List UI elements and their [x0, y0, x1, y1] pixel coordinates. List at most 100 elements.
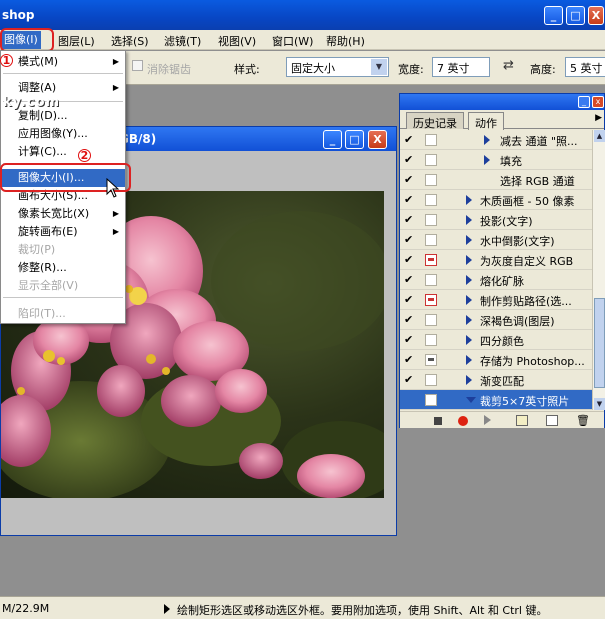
checkmark-icon[interactable]: ✔: [404, 154, 418, 166]
expand-right-icon[interactable]: [466, 195, 472, 205]
panel-title-bar[interactable]: _ x: [400, 94, 604, 110]
checkmark-icon[interactable]: ✔: [404, 214, 418, 226]
dialog-toggle-icon[interactable]: [425, 194, 437, 206]
trash-icon[interactable]: 🗑: [576, 415, 590, 426]
doc-maximize-button[interactable]: □: [345, 130, 364, 149]
menu-item[interactable]: 计算(C)...: [1, 143, 125, 161]
expand-right-icon[interactable]: [466, 295, 472, 305]
expand-right-icon[interactable]: [466, 235, 472, 245]
panel-menu-icon[interactable]: ▶: [595, 113, 602, 123]
action-row[interactable]: ✔ 深褐色调(图层): [400, 310, 592, 330]
close-button[interactable]: X: [588, 6, 604, 25]
checkmark-icon[interactable]: ✔: [404, 334, 418, 346]
height-input[interactable]: 5 英寸: [565, 57, 605, 77]
checkmark-icon[interactable]: ✔: [404, 354, 418, 366]
action-row[interactable]: ✔ 为灰度自定义 RGB: [400, 250, 592, 270]
action-row[interactable]: ✔ 制作剪贴路径(选...: [400, 290, 592, 310]
expand-down-icon[interactable]: [466, 397, 476, 403]
tab-actions[interactable]: 动作: [468, 112, 504, 130]
dialog-toggle-icon[interactable]: [425, 314, 437, 326]
menu-item-label: 显示全部(V): [18, 279, 79, 292]
dialog-toggle-icon[interactable]: [425, 174, 437, 186]
swap-icon[interactable]: ⇄: [503, 58, 514, 73]
dialog-toggle-icon[interactable]: [425, 354, 437, 366]
expand-right-icon[interactable]: [466, 255, 472, 265]
menu-filter[interactable]: 滤镜(T): [164, 33, 201, 49]
checkmark-icon[interactable]: ✔: [404, 254, 418, 266]
checkmark-icon[interactable]: ✔: [404, 234, 418, 246]
stop-icon[interactable]: [434, 417, 442, 425]
dialog-toggle-icon[interactable]: [425, 274, 437, 286]
expand-right-icon[interactable]: [484, 135, 490, 145]
tab-history[interactable]: 历史记录: [406, 112, 464, 130]
menu-item[interactable]: 修整(R)...: [1, 259, 125, 277]
scroll-up-icon[interactable]: ▲: [594, 130, 605, 142]
expand-right-icon[interactable]: [466, 355, 472, 365]
checkmark-icon[interactable]: ✔: [404, 314, 418, 326]
dialog-toggle-icon[interactable]: [425, 214, 437, 226]
action-row[interactable]: ✔ 水中倒影(文字): [400, 230, 592, 250]
scroll-down-icon[interactable]: ▼: [594, 398, 605, 410]
scroll-thumb[interactable]: [594, 298, 605, 388]
expand-right-icon[interactable]: [466, 315, 472, 325]
menu-item[interactable]: 应用图像(Y)...: [1, 125, 125, 143]
expand-right-icon[interactable]: [466, 335, 472, 345]
expand-right-icon[interactable]: [466, 215, 472, 225]
actions-panel: _ x 历史记录 动作 ▶ ✔ 减去 通道 "照... ✔ 填充 ✔ 选择 RGB 通道 ✔…: [399, 93, 605, 428]
menu-view[interactable]: 视图(V): [218, 33, 256, 49]
checkmark-icon[interactable]: [404, 394, 418, 406]
checkmark-icon[interactable]: ✔: [404, 194, 418, 206]
menu-layer[interactable]: 图层(L): [58, 33, 95, 49]
dialog-toggle-icon[interactable]: [425, 154, 437, 166]
action-row[interactable]: ✔ 减去 通道 "照...: [400, 130, 592, 150]
dialog-toggle-icon[interactable]: [425, 294, 437, 306]
menu-select[interactable]: 选择(S): [111, 33, 149, 49]
expand-right-icon[interactable]: [466, 275, 472, 285]
minimize-button[interactable]: _: [544, 6, 563, 25]
action-row[interactable]: ✔ 熔化矿脉: [400, 270, 592, 290]
menu-item[interactable]: 旋转画布(E) ▶: [1, 223, 125, 241]
checkmark-icon[interactable]: ✔: [404, 134, 418, 146]
antialias-label: 消除锯齿: [147, 63, 191, 76]
style-select[interactable]: 固定大小 ▼: [286, 57, 389, 77]
action-label: 渐变匹配: [480, 375, 524, 388]
action-row[interactable]: ✔ 木质画框 - 50 像素: [400, 190, 592, 210]
dialog-toggle-icon[interactable]: [425, 234, 437, 246]
expand-right-icon[interactable]: [484, 155, 490, 165]
play-icon[interactable]: [484, 415, 491, 425]
expand-right-icon[interactable]: [466, 375, 472, 385]
width-input[interactable]: 7 英寸: [432, 57, 490, 77]
action-row[interactable]: ✔ 选择 RGB 通道: [400, 170, 592, 190]
record-icon[interactable]: [458, 416, 468, 426]
menu-item[interactable]: 模式(M) ▶: [1, 53, 125, 71]
app-title-bar[interactable]: shop _ □ X: [0, 0, 605, 30]
maximize-button[interactable]: □: [566, 6, 585, 25]
status-play-icon[interactable]: [164, 604, 170, 614]
checkmark-icon[interactable]: ✔: [404, 294, 418, 306]
dialog-toggle-icon[interactable]: [425, 254, 437, 266]
actions-scrollbar[interactable]: ▲ ▼: [592, 130, 605, 410]
checkmark-icon[interactable]: ✔: [404, 174, 418, 186]
action-row[interactable]: ✔ 投影(文字): [400, 210, 592, 230]
dialog-toggle-icon[interactable]: [425, 334, 437, 346]
antialias-checkbox[interactable]: [132, 60, 143, 71]
panel-minimize-button[interactable]: _: [578, 96, 590, 108]
action-row[interactable]: ✔ 渐变匹配: [400, 370, 592, 390]
menu-item[interactable]: 像素长宽比(X) ▶: [1, 205, 125, 223]
dialog-toggle-icon[interactable]: [425, 134, 437, 146]
menu-help[interactable]: 帮助(H): [326, 33, 365, 49]
action-row[interactable]: 裁剪5×7英寸照片: [400, 390, 592, 410]
dialog-toggle-icon[interactable]: [425, 394, 437, 406]
checkmark-icon[interactable]: ✔: [404, 274, 418, 286]
doc-minimize-button[interactable]: _: [323, 130, 342, 149]
new-action-icon[interactable]: [546, 415, 558, 426]
panel-close-button[interactable]: x: [592, 96, 604, 108]
checkmark-icon[interactable]: ✔: [404, 374, 418, 386]
action-row[interactable]: ✔ 四分颜色: [400, 330, 592, 350]
action-row[interactable]: ✔ 填充: [400, 150, 592, 170]
doc-close-button[interactable]: X: [368, 130, 387, 149]
menu-window[interactable]: 窗口(W): [272, 33, 313, 49]
action-row[interactable]: ✔ 存储为 Photoshop...: [400, 350, 592, 370]
dialog-toggle-icon[interactable]: [425, 374, 437, 386]
new-set-icon[interactable]: [516, 415, 528, 426]
